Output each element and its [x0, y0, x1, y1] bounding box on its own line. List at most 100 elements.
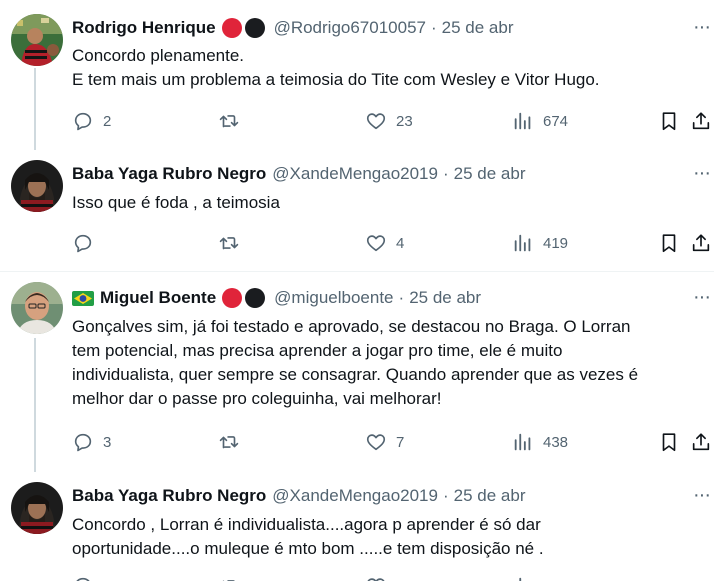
separator-dot: · [431, 18, 437, 37]
tweet-text-line: Concordo plenamente. [72, 46, 245, 65]
tweet-header: Baba Yaga Rubro Negro @XandeMengao2019 ·… [72, 484, 525, 508]
author-name[interactable]: Baba Yaga Rubro Negro [72, 486, 266, 506]
views-count: 438 [543, 433, 569, 451]
tweet-date[interactable]: 25 de abr [454, 164, 526, 184]
author-handle[interactable]: @XandeMengao2019 [272, 486, 438, 506]
like-count: 4 [396, 234, 405, 252]
more-options-icon[interactable]: ··· [693, 162, 711, 185]
avatar[interactable] [11, 282, 63, 334]
badges [222, 288, 268, 308]
like-button[interactable]: 7 [365, 430, 404, 454]
black-circle-icon [245, 288, 266, 308]
views-button[interactable] [512, 574, 534, 581]
reply-icon [76, 577, 90, 581]
tweet-header: Miguel Boente @miguelboente · 25 de abr [72, 286, 481, 310]
tweet-header: Baba Yaga Rubro Negro @XandeMengao2019 ·… [72, 162, 525, 186]
tweet-text-line: Isso que é foda , a teimosia [72, 193, 280, 212]
heart-icon [366, 434, 386, 451]
share-icon [692, 112, 710, 130]
bookmark-icon [662, 433, 676, 452]
tweet-date[interactable]: 25 de abr [454, 486, 526, 506]
retweet-icon [222, 580, 235, 581]
share-button[interactable] [690, 430, 712, 454]
tweet-3[interactable]: Miguel Boente @miguelboente · 25 de abr … [0, 272, 714, 472]
author-name[interactable]: Miguel Boente [100, 288, 216, 308]
tweet-text-line: Gonçalves sim, já foi testado e aprovado… [72, 317, 631, 336]
reply-icon [74, 433, 92, 452]
more-options-icon[interactable]: ··· [693, 16, 711, 39]
author-handle[interactable]: @Rodrigo67010057 [274, 18, 426, 38]
like-button[interactable]: 4 [365, 231, 404, 255]
reply-button[interactable]: 2 [72, 109, 111, 133]
separator-dot: · [442, 164, 449, 183]
brazil-flag-icon [72, 290, 94, 306]
heart-icon [367, 578, 385, 581]
retweet-icon [219, 237, 239, 250]
badges [221, 18, 268, 38]
tweet-text: Gonçalves sim, já foi testado e aprovado… [72, 315, 708, 411]
tweet-date[interactable]: 25 de abr [442, 18, 514, 38]
heart-icon [366, 235, 386, 252]
heart-icon [366, 113, 386, 130]
views-button[interactable]: 674 [512, 109, 568, 133]
bookmark-button[interactable] [658, 430, 680, 454]
tweet-text-line: Concordo , Lorran é individualista....ag… [72, 515, 541, 534]
like-button[interactable]: 23 [365, 109, 413, 133]
share-icon [692, 433, 710, 451]
retweet-button[interactable] [218, 574, 240, 581]
tweet-text-line: E tem mais um problema a teimosia do Tit… [72, 70, 600, 89]
author-handle[interactable]: @miguelboente [274, 288, 393, 308]
tweet-header: Rodrigo Henrique @Rodrigo67010057 · 25 d… [72, 16, 514, 40]
more-options-icon[interactable]: ··· [693, 484, 711, 507]
tweet-text: Isso que é foda , a teimosia [72, 191, 708, 215]
bookmark-icon [662, 234, 676, 253]
action-bar: 3 7 438 [72, 430, 714, 454]
bookmark-button[interactable] [658, 109, 680, 133]
reply-button[interactable] [72, 231, 103, 255]
like-count: 7 [396, 433, 405, 451]
tweet-text-line: melhor dar o passe pro coleguinha, vai m… [72, 389, 442, 408]
retweet-button[interactable] [218, 231, 249, 255]
tweet-text: Concordo plenamente. E tem mais um probl… [72, 44, 708, 92]
reply-button[interactable] [72, 574, 94, 581]
red-circle-icon [221, 18, 242, 38]
like-count: 23 [396, 112, 413, 130]
like-button[interactable] [365, 574, 387, 581]
views-button[interactable]: 419 [512, 231, 568, 255]
more-options-icon[interactable]: ··· [693, 286, 711, 309]
avatar[interactable] [11, 14, 63, 66]
separator-dot: · [398, 288, 405, 307]
action-bar: 4 419 [72, 231, 714, 255]
views-icon [514, 433, 531, 451]
views-count: 419 [543, 234, 569, 252]
tweet-date[interactable]: 25 de abr [409, 288, 481, 308]
reply-button[interactable]: 3 [72, 430, 111, 454]
tweet-1[interactable]: Rodrigo Henrique @Rodrigo67010057 · 25 d… [0, 0, 714, 150]
action-bar [72, 574, 714, 581]
share-button[interactable] [690, 231, 712, 255]
views-count: 674 [543, 112, 569, 130]
tweet-text-line: oportunidade....o muleque é mto bom ....… [72, 539, 544, 558]
tweet-4[interactable]: Baba Yaga Rubro Negro @XandeMengao2019 ·… [0, 472, 714, 581]
retweet-button[interactable] [218, 430, 249, 454]
retweet-button[interactable] [218, 109, 249, 133]
avatar[interactable] [11, 160, 63, 212]
bookmark-button[interactable] [658, 231, 680, 255]
bookmark-icon [662, 112, 676, 131]
red-circle-icon [222, 288, 243, 308]
author-name[interactable]: Baba Yaga Rubro Negro [72, 164, 266, 184]
tweet-text-line: individualista, quer sempre se consagrar… [72, 365, 639, 384]
share-button[interactable] [690, 109, 712, 133]
action-bar: 2 23 674 [72, 109, 714, 133]
tweet-text-line: tem potencial, mas precisa aprender a jo… [72, 341, 563, 360]
retweet-icon [219, 115, 239, 128]
reply-count: 2 [103, 112, 112, 130]
reply-count: 3 [103, 433, 112, 451]
author-handle[interactable]: @XandeMengao2019 [272, 164, 438, 184]
separator-dot: · [442, 486, 449, 505]
tweet-text: Concordo , Lorran é individualista....ag… [72, 513, 708, 561]
tweet-2[interactable]: Baba Yaga Rubro Negro @XandeMengao2019 ·… [0, 150, 714, 272]
avatar[interactable] [11, 482, 63, 534]
author-name[interactable]: Rodrigo Henrique [72, 18, 216, 38]
views-button[interactable]: 438 [512, 430, 568, 454]
